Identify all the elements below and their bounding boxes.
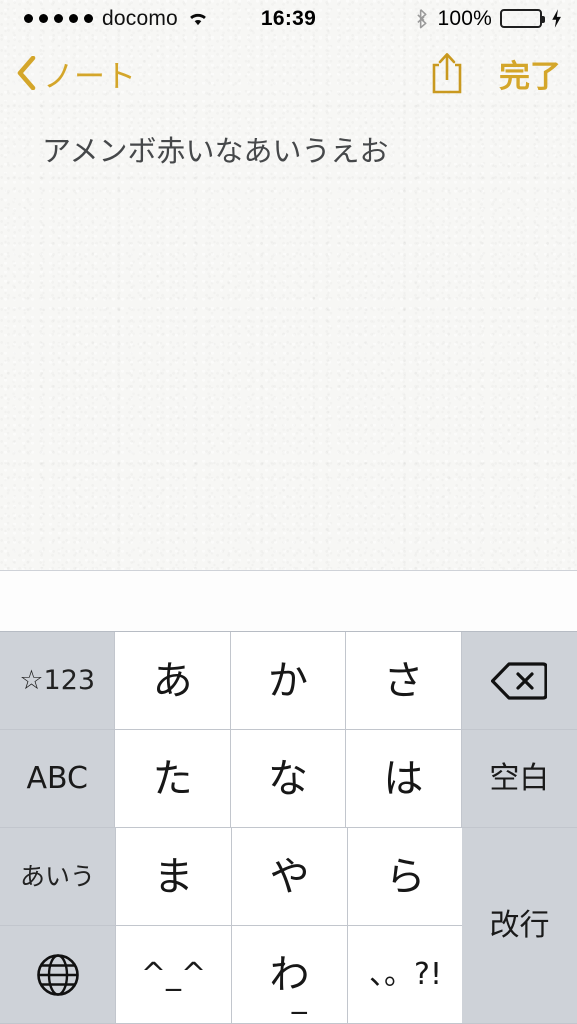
key-emoticon[interactable]: ^_^ [116,926,232,1024]
key-symbols-123[interactable]: ☆123 [0,632,116,730]
keyboard-row-1: ☆123 あ か さ [0,632,577,730]
battery-icon [500,9,545,28]
lightning-bolt-icon [550,8,563,29]
back-button[interactable]: ノート [16,37,136,109]
key-globe[interactable] [0,926,116,1024]
key-punctuation[interactable]: 、。?! [348,926,464,1024]
battery-percentage: 100% [437,6,492,30]
key-return[interactable]: 改行 [462,828,577,1024]
backspace-icon [491,660,548,702]
key-wa[interactable]: わ _ [232,926,348,1024]
key-ma[interactable]: ま [116,828,232,926]
bluetooth-icon [416,8,429,29]
note-text[interactable]: アメンボ赤いなあいうえお [42,131,542,171]
chevron-left-icon [16,56,36,90]
key-aiu[interactable]: あいう [0,828,116,926]
key-sa[interactable]: さ [346,632,462,730]
key-a[interactable]: あ [115,632,231,730]
back-button-label: ノート [43,58,136,95]
share-icon [429,51,465,95]
share-button[interactable] [429,37,465,109]
key-backspace[interactable] [461,632,577,730]
navigation-bar: ノート 完了 [0,37,577,109]
key-space[interactable]: 空白 [461,730,577,828]
done-button[interactable]: 完了 [499,37,561,109]
japanese-kana-keyboard: ☆123 あ か さ ABC た な は 空白 あいう ま や ら ^_^ わ … [0,632,577,1024]
keyboard-row-2: ABC た な は 空白 [0,730,577,828]
globe-icon [36,953,80,997]
key-ra[interactable]: ら [348,828,464,926]
key-wa-sub-label: _ [291,980,307,1016]
note-content-area[interactable]: アメンボ赤いなあいうえお [0,109,577,672]
phone-screen: docomo 16:39 100% ノート 完了 アメンボ赤いなあいうえお ☆1… [0,0,577,1024]
key-ha[interactable]: は [346,730,462,828]
key-ya[interactable]: や [232,828,348,926]
key-ta[interactable]: た [115,730,231,828]
key-abc[interactable]: ABC [0,730,116,828]
key-na[interactable]: な [230,730,347,828]
done-button-label: 完了 [499,58,561,95]
status-bar: docomo 16:39 100% [0,0,577,37]
keyboard-candidate-bar[interactable] [0,570,577,632]
key-ka[interactable]: か [230,632,347,730]
status-bar-right: 100% [416,0,563,37]
